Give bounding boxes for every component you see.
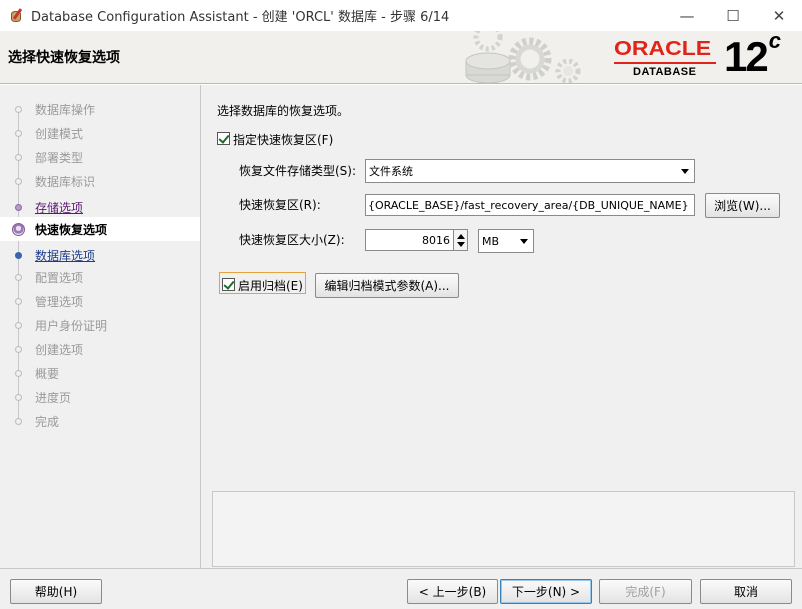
page-prompt: 选择数据库的恢复选项。: [217, 104, 350, 118]
step-configuration-options: 配置选项: [0, 265, 200, 289]
page-title: 选择快速恢复选项: [8, 50, 120, 66]
step-creation-mode: 创建模式: [0, 121, 200, 145]
message-pane: [212, 491, 795, 567]
step-creation-option: 创建选项: [0, 337, 200, 361]
chevron-down-icon: [681, 169, 689, 174]
storage-type-select[interactable]: 文件系统: [365, 159, 695, 183]
help-button[interactable]: 帮助(H): [10, 579, 102, 604]
close-button[interactable]: ✕: [756, 0, 802, 31]
wizard-header: 选择快速恢复选项 ORACLE DATABASE 12c: [0, 31, 802, 84]
wizard-body: 数据库操作 创建模式 部署类型 数据库标识 存储选项 快速恢复选项 数据库选项 …: [0, 85, 802, 609]
app-icon: [9, 7, 25, 24]
step-deployment-type: 部署类型: [0, 145, 200, 169]
fra-size-unit-select[interactable]: MB: [478, 229, 534, 253]
step-fast-recovery-option: 快速恢复选项: [0, 217, 200, 241]
gears-graphic: [465, 31, 581, 83]
oracle-logo: ORACLE DATABASE: [614, 38, 716, 78]
enable-archive-checkbox-label: 启用归档(E): [238, 279, 303, 293]
version-logo: 12c: [724, 31, 781, 80]
next-button[interactable]: 下一步(N) >: [500, 579, 592, 604]
fra-location-label: 快速恢复区(R):: [239, 198, 321, 212]
title-bar: Database Configuration Assistant - 创建 'O…: [0, 0, 802, 31]
main-content: 选择数据库的恢复选项。 指定快速恢复区(F) 恢复文件存储类型(S): 文件系统…: [202, 85, 802, 568]
step-finish: 完成: [0, 409, 200, 433]
fra-size-label: 快速恢复区大小(Z):: [239, 233, 345, 247]
finish-button[interactable]: 完成(F): [599, 579, 692, 604]
browse-button[interactable]: 浏览(W)...: [705, 193, 780, 218]
step-user-credentials: 用户身份证明: [0, 313, 200, 337]
fast-recovery-checkbox[interactable]: [217, 132, 230, 145]
step-database-identification: 数据库标识: [0, 169, 200, 193]
fast-recovery-checkbox-label: 指定快速恢复区(F): [233, 133, 334, 147]
minimize-button[interactable]: —: [664, 0, 710, 31]
fra-size-input[interactable]: 8016: [365, 229, 454, 251]
step-storage-option[interactable]: 存储选项: [0, 195, 200, 219]
fra-location-input[interactable]: {ORACLE_BASE}/fast_recovery_area/{DB_UNI…: [365, 194, 695, 216]
chevron-down-icon: [520, 239, 528, 244]
enable-archive-checkbox[interactable]: [222, 278, 235, 291]
steps-sidebar: 数据库操作 创建模式 部署类型 数据库标识 存储选项 快速恢复选项 数据库选项 …: [0, 85, 201, 568]
storage-type-label: 恢复文件存储类型(S):: [239, 164, 357, 178]
back-button[interactable]: < 上一步(B): [407, 579, 498, 604]
fra-size-spinner[interactable]: [453, 229, 468, 251]
step-progress-page: 进度页: [0, 385, 200, 409]
step-database-options[interactable]: 数据库选项: [0, 243, 200, 267]
maximize-button[interactable]: ☐: [710, 0, 756, 31]
window-title: Database Configuration Assistant - 创建 'O…: [31, 10, 450, 25]
step-management-options: 管理选项: [0, 289, 200, 313]
edit-archive-params-button[interactable]: 编辑归档模式参数(A)...: [315, 273, 459, 298]
step-database-operation: 数据库操作: [0, 97, 200, 121]
cancel-button[interactable]: 取消: [700, 579, 792, 604]
spinner-down-icon: [457, 242, 465, 247]
step-summary: 概要: [0, 361, 200, 385]
spinner-up-icon: [457, 234, 465, 239]
